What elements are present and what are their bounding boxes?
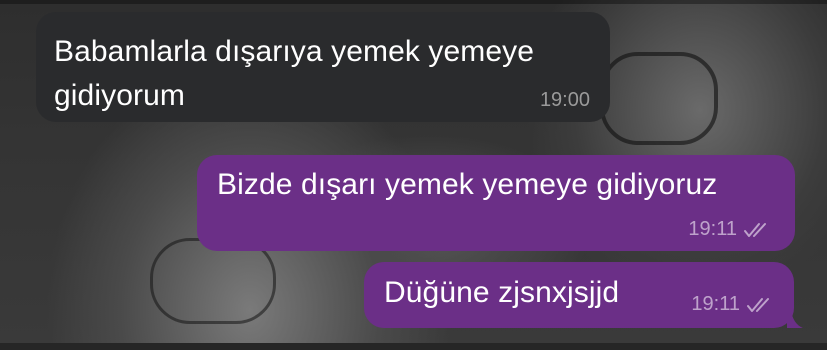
wallpaper-photo-detail bbox=[600, 52, 718, 145]
message-bubble-outgoing[interactable]: Düğüne zjsnxjsjjd 19:11 bbox=[364, 262, 794, 328]
message-time: 19:11 bbox=[691, 293, 740, 315]
message-text-line: Babamlarla dışarıya yemek yemeye bbox=[54, 35, 535, 68]
top-edge bbox=[0, 0, 827, 4]
message-meta: 19:11 bbox=[691, 293, 774, 316]
message-text: Düğüne zjsnxjsjjd bbox=[384, 276, 620, 309]
double-check-icon bbox=[744, 222, 766, 237]
message-time: 19:00 bbox=[539, 89, 590, 111]
message-bubble-outgoing[interactable]: Bizde dışarı yemek yemeye gidiyoruz 19:1… bbox=[197, 155, 795, 251]
message-meta: 19:00 bbox=[540, 89, 590, 112]
message-time: 19:11 bbox=[688, 218, 737, 240]
bubble-tail bbox=[787, 310, 803, 328]
bottom-bar bbox=[0, 343, 827, 350]
message-meta: 19:11 bbox=[688, 218, 771, 241]
message-text: Bizde dışarı yemek yemeye gidiyoruz bbox=[217, 168, 718, 201]
double-check-icon bbox=[747, 297, 769, 312]
message-bubble-incoming[interactable]: Babamlarla dışarıya yemek yemeye gidiyor… bbox=[36, 12, 610, 122]
message-text-line: gidiyorum bbox=[54, 79, 185, 112]
